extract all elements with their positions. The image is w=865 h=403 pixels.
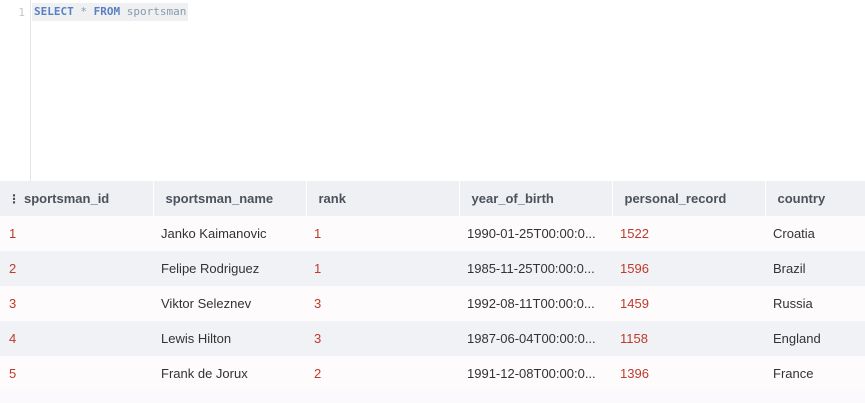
column-header-label: rank [318, 191, 346, 206]
cell-sportsman-id[interactable]: 4 [0, 321, 153, 356]
column-header-country[interactable]: country [765, 181, 865, 216]
column-header-label: personal_record [624, 191, 727, 206]
column-header-label: country [777, 191, 826, 206]
cell-year-of-birth[interactable]: 1991-12-08T00:00:0... [459, 356, 612, 391]
table-identifier: sportsman [126, 5, 187, 18]
cell-sportsman-id[interactable]: 1 [0, 216, 153, 251]
cell-year-of-birth[interactable]: 1992-08-11T00:00:0... [459, 286, 612, 321]
cell-rank[interactable]: 2 [306, 356, 459, 391]
cell-sportsman-id[interactable]: 3 [0, 286, 153, 321]
cell-year-of-birth[interactable]: 1987-06-04T00:00:0... [459, 321, 612, 356]
table-row[interactable]: 2 Felipe Rodriguez 1 1985-11-25T00:00:0.… [0, 251, 865, 286]
sql-editor[interactable]: 1 SELECT * FROM sportsman [0, 0, 865, 181]
cell-personal-record[interactable]: 1396 [612, 356, 765, 391]
column-header-sportsman-id[interactable]: ⋮ sportsman_id [0, 181, 154, 216]
vertical-dots-icon[interactable]: ⋮ [8, 192, 20, 206]
cell-rank[interactable]: 1 [306, 251, 459, 286]
cell-sportsman-id[interactable]: 2 [0, 251, 153, 286]
cell-personal-record[interactable]: 1522 [612, 216, 765, 251]
cell-year-of-birth[interactable]: 1985-11-25T00:00:0... [459, 251, 612, 286]
cell-country[interactable]: Brazil [765, 251, 865, 286]
cell-year-of-birth[interactable]: 1990-01-25T00:00:0... [459, 216, 612, 251]
table-row[interactable]: 1 Janko Kaimanovic 1 1990-01-25T00:00:0.… [0, 216, 865, 251]
column-header-rank[interactable]: rank [306, 181, 460, 216]
cell-sportsman-name[interactable]: Janko Kaimanovic [153, 216, 306, 251]
line-gutter: 1 [0, 0, 31, 181]
result-grid[interactable]: ⋮ sportsman_id sportsman_name rank year_o… [0, 181, 865, 403]
keyword-select: SELECT [34, 5, 74, 18]
cell-personal-record[interactable]: 1158 [612, 321, 765, 356]
cell-country[interactable]: England [765, 321, 865, 356]
column-header-sportsman-name[interactable]: sportsman_name [153, 181, 307, 216]
header-row: ⋮ sportsman_id sportsman_name rank year_o… [0, 181, 865, 216]
keyword-from: FROM [93, 5, 121, 18]
column-header-year-of-birth[interactable]: year_of_birth [459, 181, 613, 216]
code-line[interactable]: SELECT * FROM sportsman [32, 3, 189, 21]
column-header-label: year_of_birth [471, 191, 554, 206]
column-header-label: sportsman_id [24, 191, 110, 206]
cell-rank[interactable]: 3 [306, 286, 459, 321]
cell-sportsman-name[interactable]: Viktor Seleznev [153, 286, 306, 321]
cell-sportsman-id[interactable]: 5 [0, 356, 153, 391]
table-row[interactable]: 3 Viktor Seleznev 3 1992-08-11T00:00:0..… [0, 286, 865, 321]
cell-country[interactable]: Croatia [765, 216, 865, 251]
line-number: 1 [18, 6, 25, 19]
table-row[interactable]: 4 Lewis Hilton 3 1987-06-04T00:00:0... 1… [0, 321, 865, 356]
column-header-label: sportsman_name [165, 191, 274, 206]
cell-personal-record[interactable]: 1596 [612, 251, 765, 286]
cell-country[interactable]: France [765, 356, 865, 391]
cell-personal-record[interactable]: 1459 [612, 286, 765, 321]
cell-country[interactable]: Russia [765, 286, 865, 321]
column-header-personal-record[interactable]: personal_record [612, 181, 766, 216]
table-row[interactable]: 5 Frank de Jorux 2 1991-12-08T00:00:0...… [0, 356, 865, 391]
operator-star: * [80, 5, 87, 18]
result-table: ⋮ sportsman_id sportsman_name rank year_o… [0, 181, 865, 391]
cell-rank[interactable]: 3 [306, 321, 459, 356]
cell-sportsman-name[interactable]: Felipe Rodriguez [153, 251, 306, 286]
cell-rank[interactable]: 1 [306, 216, 459, 251]
cell-sportsman-name[interactable]: Lewis Hilton [153, 321, 306, 356]
cell-sportsman-name[interactable]: Frank de Jorux [153, 356, 306, 391]
